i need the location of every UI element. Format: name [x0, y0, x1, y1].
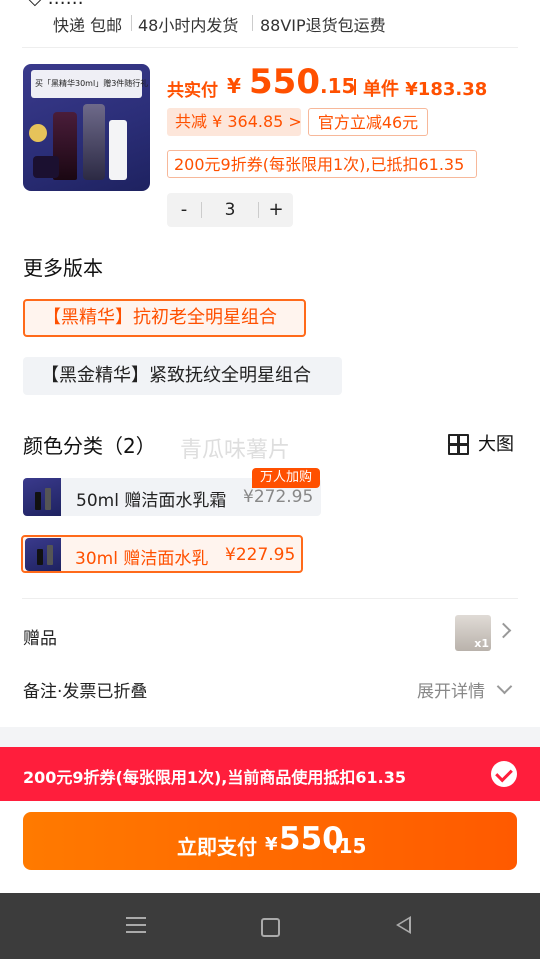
divider [354, 79, 356, 95]
quantity-stepper: - 3 + [167, 193, 293, 227]
grid-view-icon [448, 434, 469, 455]
color-category-title: 颜色分类（2） [23, 434, 156, 458]
coupon-bar-text: 200元9折券(每张限用1次),当前商品使用抵扣61.35 [23, 768, 406, 787]
popular-badge: 万人加购 [252, 468, 320, 488]
divider [22, 47, 518, 48]
cream-jar-icon [33, 156, 59, 178]
gift-label: 赠品 [23, 629, 57, 649]
versions-title: 更多版本 [23, 256, 103, 280]
shipping-info-row: ◇ …… 快递 包邮 48小时内发货 88VIP退货包运费 [0, 0, 540, 46]
color-option-name: 30ml 赠洁面水乳 [75, 549, 209, 569]
product-image[interactable]: 买「黑精华30ml」赠3件随行礼 [23, 64, 150, 191]
pay-currency: ¥ [265, 834, 278, 855]
pay-now-button[interactable]: 立即支付 ¥ 550 .15 [23, 812, 517, 870]
color-option-thumbnail [25, 538, 61, 571]
total-saving-tag[interactable]: 共减 ¥ 364.85 > [167, 108, 302, 136]
version-option-selected[interactable]: 【黑精华】抗初老全明星组合 [23, 299, 306, 337]
big-view-label: 大图 [478, 434, 514, 455]
divider [131, 15, 132, 31]
cleanser-tube-icon [109, 120, 127, 180]
coupon-applied-tag: 200元9折券(每张限用1次),已抵扣61.35 [167, 150, 477, 178]
unit-price: 单件 ¥183.38 [363, 79, 488, 100]
note-invoice-label: 备注·发票已折叠 [23, 682, 148, 702]
shipping-48h-label: 48小时内发货 [138, 16, 239, 35]
price-decimal: .15 [320, 74, 356, 98]
clipped-title-text: ◇ …… [28, 0, 84, 9]
watermark-text: 青瓜味薯片 [180, 438, 291, 463]
chevron-down-icon[interactable] [496, 678, 513, 695]
official-discount-tag: 官方立减46元 [308, 108, 428, 136]
menu-icon[interactable] [126, 917, 146, 933]
section-gap [0, 727, 540, 747]
home-icon[interactable] [261, 918, 280, 937]
quantity-minus-button[interactable]: - [167, 193, 201, 227]
price-line: 共实付 ¥ 550 .15 单件 ¥183.38 [167, 62, 507, 102]
gift-thumbnail[interactable]: x1 [455, 615, 491, 651]
currency-symbol: ¥ [227, 74, 241, 98]
divider [252, 15, 253, 31]
price-integer: 550 [249, 62, 320, 102]
divider [201, 202, 202, 218]
checkmark-icon[interactable] [491, 761, 517, 787]
divider [22, 598, 518, 599]
color-option-price: ¥272.95 [243, 487, 314, 507]
color-option-thumbnail [23, 478, 61, 516]
price-label: 共实付 [167, 81, 218, 101]
pay-price-decimal: .15 [331, 834, 367, 858]
version-option[interactable]: 【黑金精华】紧致抚纹全明星组合 [23, 357, 342, 395]
coupon-bar[interactable]: 200元9折券(每张限用1次),当前商品使用抵扣61.35 [0, 747, 540, 801]
shipping-free-label: 快递 包邮 [53, 16, 123, 35]
chevron-right-icon[interactable] [495, 622, 512, 639]
color-option-price: ¥227.95 [225, 545, 296, 565]
pay-label: 立即支付 [177, 835, 257, 859]
shipping-88vip-label: 88VIP退货包运费 [260, 16, 386, 35]
lotion-bottle-icon [83, 104, 105, 180]
quantity-plus-button[interactable]: + [259, 193, 293, 227]
system-navigation-bar [0, 893, 540, 959]
product-image-banner: 买「黑精华30ml」赠3件随行礼 [31, 70, 148, 98]
back-icon[interactable] [396, 916, 411, 934]
gift-count: x1 [474, 637, 489, 650]
product-image-banner-text: 买「黑精华30ml」赠3件随行礼 [35, 79, 149, 88]
quantity-value[interactable]: 3 [209, 193, 251, 227]
expand-details-link[interactable]: 展开详情 [417, 677, 485, 702]
color-option-name: 50ml 赠洁面水乳霜 [76, 491, 227, 511]
gift-badge-icon [29, 124, 47, 142]
color-option-selected[interactable]: 30ml 赠洁面水乳 ¥227.95 [21, 535, 303, 573]
